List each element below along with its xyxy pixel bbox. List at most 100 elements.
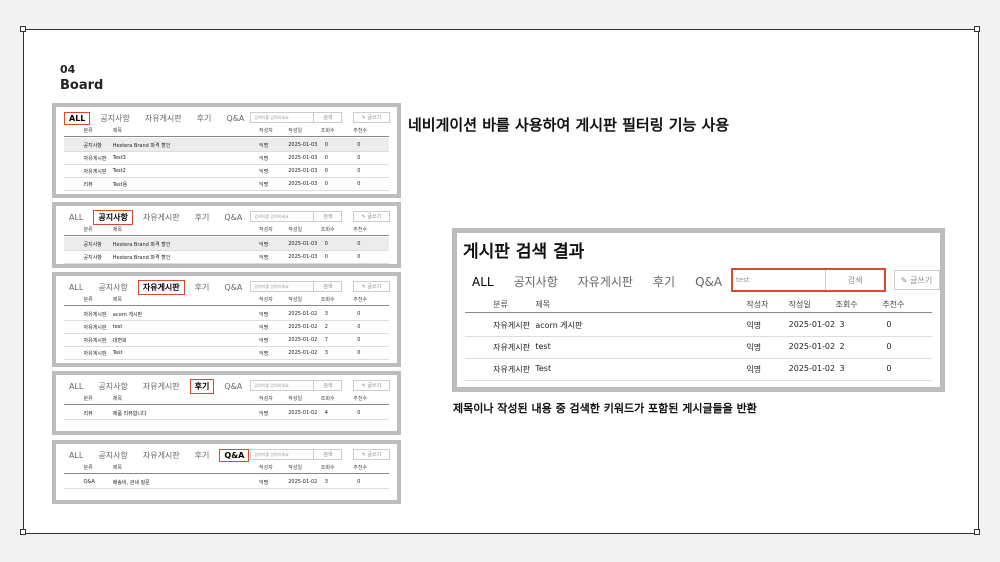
tab-review[interactable]: 후기: [190, 448, 215, 463]
table-cell: test: [535, 342, 551, 352]
tab-all[interactable]: ALL: [64, 112, 91, 125]
table-cell: acorn 게시판: [112, 311, 143, 318]
tab-all[interactable]: ALL: [465, 273, 501, 291]
tab-all[interactable]: ALL: [64, 211, 88, 224]
search-button[interactable]: 검색: [825, 270, 884, 290]
column-header: 작성일: [288, 227, 303, 233]
tab-qna[interactable]: Q&A: [219, 380, 247, 393]
search-query: test: [736, 276, 750, 284]
search-placeholder: 검색어를 입력하세요: [254, 451, 289, 457]
column-header: 분류: [83, 465, 93, 471]
write-button[interactable]: ✎ 글쓰기: [352, 380, 391, 391]
tab-all[interactable]: ALL: [64, 281, 88, 294]
tab-notice[interactable]: 공지사항: [93, 210, 133, 225]
table-cell: 자유게시판: [83, 350, 107, 357]
tab-free[interactable]: 자유게시판: [138, 210, 185, 225]
section-title: Board: [60, 78, 104, 93]
search-input[interactable]: test 검색: [731, 268, 887, 292]
write-button[interactable]: ✎ 글쓰기: [893, 270, 940, 290]
search-input[interactable]: 검색어를 입력하세요 검색: [250, 380, 343, 391]
table-row[interactable]: 자유게시판 test 익명 2025-01-02 2 0: [465, 336, 932, 358]
table-row[interactable]: 자유게시판 acorn 게시판 익명 2025-01-02 3 0: [64, 307, 389, 320]
tab-free[interactable]: 자유게시판: [138, 448, 185, 463]
table-cell: 배송비, 관세 질문: [112, 479, 150, 486]
table-cell: 3: [839, 364, 845, 374]
write-button[interactable]: ✎ 글쓰기: [352, 112, 391, 123]
table-cell: 익명: [259, 241, 269, 248]
column-header: 작성일: [788, 300, 811, 309]
header-divider: [64, 235, 389, 236]
column-header: 제목: [112, 297, 122, 303]
table-row[interactable]: 자유게시판 Test 익명 2025-01-02 3 0: [64, 346, 389, 359]
tab-free[interactable]: 자유게시판: [138, 379, 185, 394]
tab-review[interactable]: 후기: [192, 111, 217, 126]
column-header: 제목: [112, 128, 122, 134]
tab-free[interactable]: 자유게시판: [571, 271, 640, 292]
write-button[interactable]: ✎ 글쓰기: [352, 211, 391, 222]
tab-review[interactable]: 후기: [190, 280, 215, 295]
table-row[interactable]: 공지사항 Hestera Brand 파격 할인 익명 2025-01-03 0 0: [64, 138, 389, 151]
write-button[interactable]: ✎ 글쓰기: [352, 449, 391, 460]
tab-all[interactable]: ALL: [64, 380, 88, 393]
tab-notice[interactable]: 공지사항: [93, 379, 132, 394]
search-button[interactable]: 검색: [313, 450, 341, 459]
table-cell: 2025-01-02: [288, 409, 318, 416]
tab-qna[interactable]: Q&A: [221, 112, 249, 125]
table-row[interactable]: 자유게시판 Test 익명 2025-01-02 3 0: [465, 358, 932, 380]
search-input[interactable]: 검색어를 입력하세요 검색: [250, 112, 343, 123]
tab-notice[interactable]: 공지사항: [93, 448, 132, 463]
tab-notice[interactable]: 공지사항: [93, 280, 132, 295]
table-row[interactable]: 자유게시판 Test2 익명 2025-01-03 0 0: [64, 164, 389, 177]
search-placeholder: 검색어를 입력하세요: [254, 213, 289, 219]
column-header: 작성일: [288, 465, 303, 471]
table-cell: Test: [112, 349, 123, 356]
column-header: 추천수: [353, 128, 368, 134]
table-row[interactable]: Q&A 배송비, 관세 질문 익명 2025-01-02 3 0: [64, 475, 389, 488]
table-cell: 0: [357, 240, 361, 247]
table-cell: 2025-01-02: [788, 320, 836, 330]
tab-free[interactable]: 자유게시판: [140, 111, 187, 126]
table-row[interactable]: 자유게시판 Test3 익명 2025-01-03 0 0: [64, 151, 389, 164]
table-cell: 익명: [259, 324, 269, 331]
table-row[interactable]: 공지사항 Hestera Brand 파격 할인 익명 2025-01-03 0 0: [64, 250, 389, 263]
tab-qna[interactable]: Q&A: [219, 211, 247, 224]
table-cell: 0: [324, 240, 328, 247]
search-button[interactable]: 검색: [313, 113, 341, 122]
table-cell: 0: [357, 310, 361, 317]
board-panel-inner: ALL 공지사항 자유게시판 후기 Q&A 검색어를 입력하세요 검색 ✎ 글쓰기 분류 제목 작성…: [56, 107, 397, 194]
table-cell: 익명: [746, 365, 762, 375]
tab-review[interactable]: 후기: [189, 379, 215, 394]
tab-notice[interactable]: 공지사항: [95, 111, 134, 126]
search-button[interactable]: 검색: [313, 381, 341, 390]
write-button[interactable]: ✎ 글쓰기: [352, 281, 391, 292]
table-cell: 3: [324, 478, 328, 485]
table-cell: Q&A: [83, 478, 95, 485]
search-button[interactable]: 검색: [313, 282, 341, 291]
table-row[interactable]: 자유게시판 대변희 익명 2025-01-02 7 0: [64, 333, 389, 346]
column-header: 추천수: [882, 300, 905, 309]
table-cell: 익명: [259, 479, 269, 486]
column-header: 작성자: [259, 297, 273, 303]
search-input[interactable]: 검색어를 입력하세요 검색: [250, 281, 343, 292]
table-cell: 자유게시판: [83, 155, 107, 162]
search-input[interactable]: 검색어를 입력하세요 검색: [250, 449, 343, 460]
search-input[interactable]: 검색어를 입력하세요 검색: [250, 211, 343, 222]
tab-qna[interactable]: Q&A: [219, 281, 247, 294]
tab-all[interactable]: ALL: [64, 449, 88, 462]
row-divider: [64, 359, 389, 360]
table-cell: test: [112, 323, 123, 330]
table-row[interactable]: 리뷰 Test용 익명 2025-01-03 0 0: [64, 177, 389, 190]
tab-qna[interactable]: Q&A: [688, 273, 729, 291]
tab-notice[interactable]: 공지사항: [507, 271, 565, 292]
table-row[interactable]: 리뷰 제품 리뷰합니다 익명 2025-01-02 4 0: [64, 406, 389, 419]
tab-review[interactable]: 후기: [646, 271, 682, 292]
tab-review[interactable]: 후기: [190, 210, 215, 225]
tab-free[interactable]: 자유게시판: [137, 280, 185, 295]
table-row[interactable]: 자유게시판 acorn 게시판 익명 2025-01-02 3 0: [465, 314, 932, 336]
table-row[interactable]: 자유게시판 test 익명 2025-01-02 2 0: [64, 320, 389, 333]
search-button[interactable]: 검색: [313, 212, 341, 221]
tab-qna[interactable]: Q&A: [219, 449, 250, 462]
table-row[interactable]: 공지사항 Hestera Brand 파격 할인 익명 2025-01-03 0 0: [64, 237, 389, 250]
column-header: 작성자: [259, 396, 273, 402]
frame-corner: [20, 529, 26, 535]
